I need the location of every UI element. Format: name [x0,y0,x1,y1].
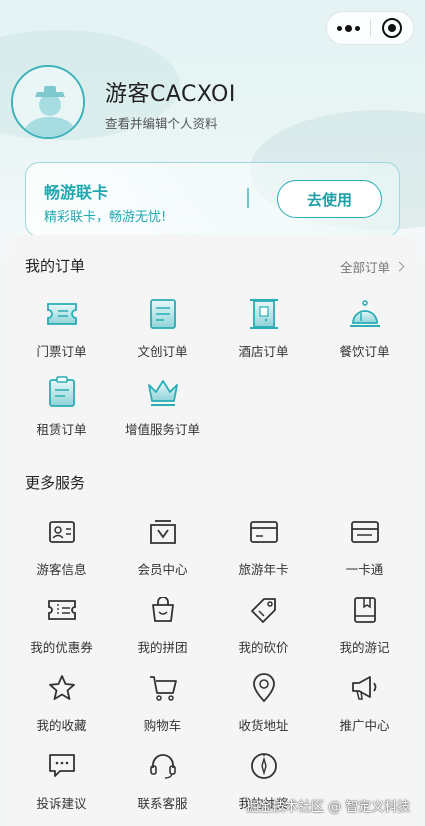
service-item-label: 我的优惠券 [30,640,93,655]
service-item-group-buy[interactable]: 我的拼团 [112,593,213,663]
service-item-cart[interactable]: 购物车 [112,671,213,741]
mini-program-capsule [326,11,414,45]
service-item-label: 我的收藏 [36,718,87,733]
service-item-coupons[interactable]: 我的优惠券 [11,593,112,663]
service-item-all-in-one-card[interactable]: 一卡通 [314,515,415,585]
service-item-feedback[interactable]: 投诉建议 [11,749,112,819]
service-item-label: 一卡通 [345,562,384,577]
orders-section-title: 我的订单 [25,257,86,275]
service-item-member-center[interactable]: 会员中心 [112,515,213,585]
watermark: 掘金技术社区 @ 智定义科技 [246,800,411,815]
order-item-label: 增值服务订单 [124,422,200,437]
headset-icon [145,749,181,783]
service-item-travel-notes[interactable]: 我的游记 [314,593,415,663]
dining-icon [347,297,383,331]
main-panel: 我的订单 全部订单 门票订单 文创订单 酒店订单 餐饮订单 租赁订单 增值服务订… [11,235,415,826]
use-now-button[interactable]: 去使用 [277,180,382,218]
order-item-ticket[interactable]: 门票订单 [11,297,112,367]
dot-icon [337,25,342,31]
compass-icon [246,749,282,783]
group-bag-icon [145,593,181,627]
all-orders-link[interactable]: 全部订单 [339,257,405,276]
vip-card-divider [247,188,249,208]
all-orders-label: 全部订单 [339,260,390,275]
star-icon [44,671,80,705]
services-section-title: 更多服务 [25,474,86,492]
service-item-label: 会员中心 [137,562,188,577]
service-item-favorites[interactable]: 我的收藏 [11,671,112,741]
member-icon [145,515,181,549]
order-item-rental[interactable]: 租赁订单 [11,375,112,445]
service-item-visitor-info[interactable]: 游客信息 [11,515,112,585]
service-item-label: 投诉建议 [36,796,87,811]
service-item-label: 购物车 [143,718,182,733]
service-item-label: 推广中心 [339,718,390,733]
service-item-label: 我的砍价 [238,640,289,655]
avatar[interactable] [11,65,85,139]
service-item-bargain[interactable]: 我的砍价 [213,593,314,663]
id-card-icon [44,515,80,549]
service-item-address[interactable]: 收货地址 [213,671,314,741]
notebook-icon [347,593,383,627]
vip-card-subtitle: 精彩联卡，畅游无忧! [44,210,167,225]
creative-icon [145,297,181,331]
close-mini-program-button[interactable] [371,11,413,45]
service-item-label: 联系客服 [137,796,188,811]
chevron-right-icon [394,261,405,272]
service-item-annual-card[interactable]: 旅游年卡 [213,515,314,585]
cart-icon [145,671,181,705]
service-item-label: 我的游记 [339,640,390,655]
order-item-value-added[interactable]: 增值服务订单 [112,375,213,445]
order-item-label: 餐饮订单 [339,344,390,359]
order-item-creative[interactable]: 文创订单 [112,297,213,367]
service-item-label: 游客信息 [36,562,87,577]
vip-card-banner[interactable]: 畅游联卡 精彩联卡，畅游无忧! 去使用 [25,162,400,237]
order-item-label: 酒店订单 [238,344,289,359]
edit-profile-link[interactable]: 查看并编辑个人资料 [105,113,218,132]
order-item-label: 门票订单 [36,344,87,359]
dot-icon [355,25,360,31]
order-item-dining[interactable]: 餐饮订单 [314,297,415,367]
service-item-label: 旅游年卡 [238,562,289,577]
order-item-hotel[interactable]: 酒店订单 [213,297,314,367]
card-icon [347,515,383,549]
service-item-label: 收货地址 [238,718,289,733]
dot-icon [345,24,352,32]
service-item-promotion[interactable]: 推广中心 [314,671,415,741]
price-tag-icon [246,593,282,627]
order-item-label: 文创订单 [137,344,188,359]
order-item-label: 租赁订单 [36,422,87,437]
service-item-customer-service[interactable]: 联系客服 [112,749,213,819]
service-item-label: 我的拼团 [137,640,188,655]
username[interactable]: 游客CACXOI [105,76,236,108]
hotel-icon [246,297,282,331]
more-options-button[interactable] [327,11,370,45]
rental-icon [44,375,80,409]
coupon-icon [44,593,80,627]
megaphone-icon [347,671,383,705]
target-close-icon [381,18,402,38]
crown-icon [145,375,181,409]
feedback-icon [44,749,80,783]
ticket-icon [44,297,80,331]
location-icon [246,671,282,705]
annual-card-icon [246,515,282,549]
vip-card-title: 畅游联卡 [44,183,109,202]
